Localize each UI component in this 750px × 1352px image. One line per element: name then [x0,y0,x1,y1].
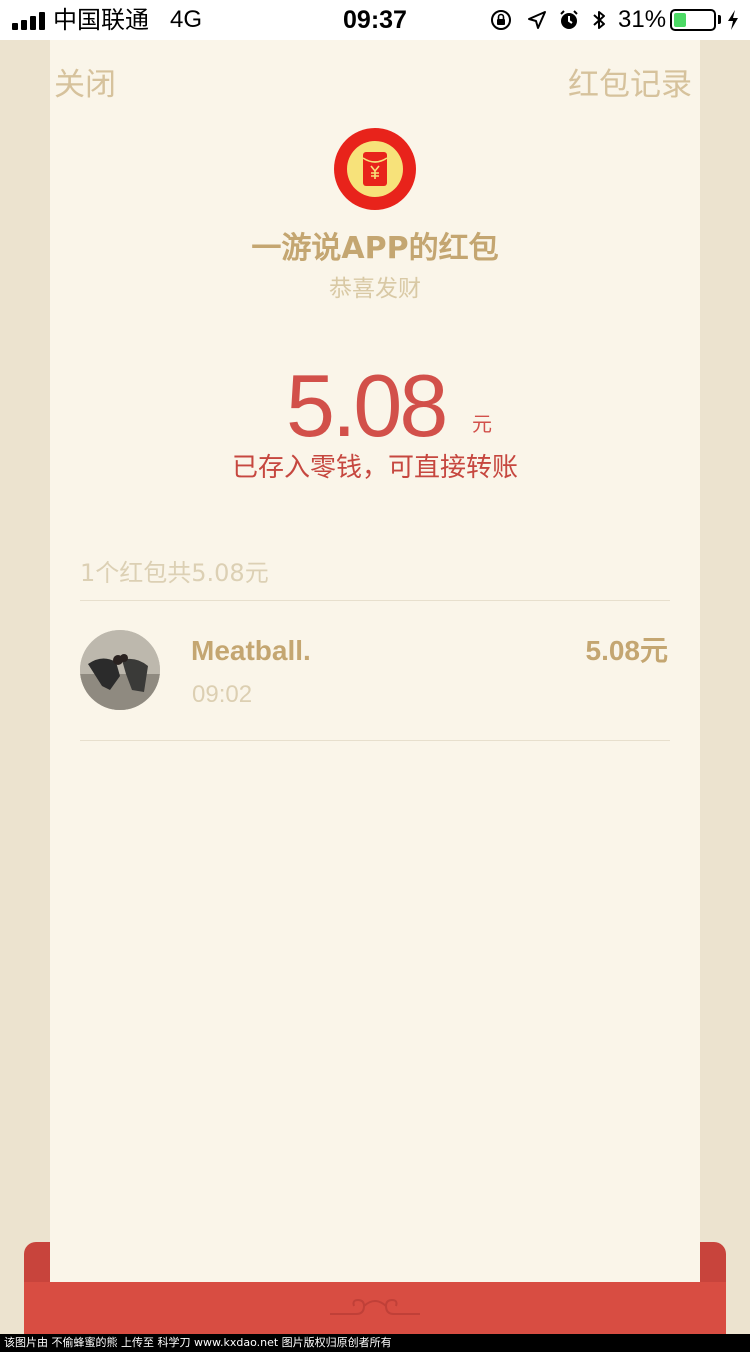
close-button[interactable]: 关闭 [54,66,116,104]
red-packet-logo-icon [334,128,416,210]
battery-percent: 31% [618,6,667,33]
divider [80,740,670,741]
avatar [80,630,160,710]
red-packet-detail-card: 关闭 红包记录 一游说APP的红包 恭喜发财 5.08 元 已存入零钱，可直接转… [50,40,700,1282]
greeting-text: 恭喜发财 [329,276,421,302]
alarm-icon [560,10,578,29]
location-arrow-icon [528,11,546,29]
battery-icon [670,9,716,31]
divider [80,600,670,601]
amount-unit: 元 [472,412,492,436]
rotation-lock-icon [491,10,511,30]
saved-to-wallet-link[interactable]: 已存入零钱，可直接转账 [50,450,700,486]
battery-level [674,13,686,27]
watermark-footer: 该图片由 不偷蜂蜜的熊 上传至 科学刀 www.kxdao.net 图片版权归原… [0,1334,750,1352]
status-bar: 中国联通 4G 09:37 31% [0,0,750,40]
received-amount-large: 5.08 [286,356,448,455]
sender-title: 一游说APP的红包 [251,231,499,266]
battery-cap [718,15,721,24]
cloud-ornament-icon [330,1298,420,1315]
card-bottom-edge [50,1242,700,1282]
charging-bolt-icon [728,10,738,30]
receiver-name: Meatball. [191,635,311,666]
receive-time: 09:02 [192,681,253,708]
avatar-photo [80,630,160,710]
bluetooth-icon [593,11,605,29]
packet-summary: 1个红包共5.08元 [80,559,269,587]
receiver-amount: 5.08元 [585,635,669,666]
red-packet-records-link[interactable]: 红包记录 [568,66,692,104]
